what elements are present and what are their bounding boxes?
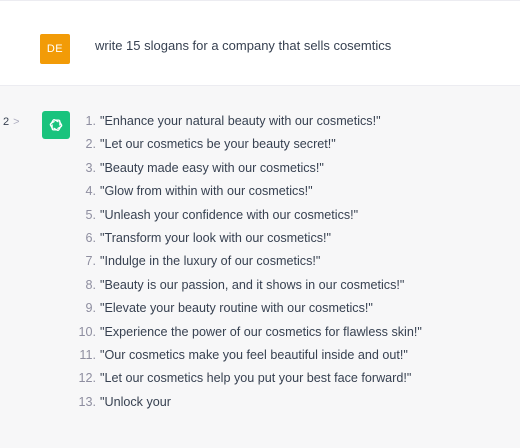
list-item-text: "Let our cosmetics be your beauty secret… xyxy=(100,137,336,152)
user-avatar: DE xyxy=(40,34,70,64)
list-item: 5. "Unleash your confidence with our cosm… xyxy=(70,208,510,231)
list-item-number: 8. xyxy=(85,277,96,292)
user-message-text: write 15 slogans for a company that sell… xyxy=(95,38,392,53)
list-item-text: "Beauty is our passion, and it shows in … xyxy=(100,277,405,292)
list-item-text: "Glow from within with our cosmetics!" xyxy=(100,184,313,199)
assistant-message-row: 2 > 1. "Enhance your natural beauty with o… xyxy=(0,86,520,448)
list-item: 6. "Transform your look with our cosmetic… xyxy=(70,231,510,254)
list-item-number: 13. xyxy=(78,394,96,409)
list-item-number: 2. xyxy=(85,137,96,152)
list-item: 11. "Our cosmetics make you feel beautifu… xyxy=(70,348,510,371)
list-item-number: 1. xyxy=(85,114,96,128)
list-item-text: "Elevate your beauty routine with our co… xyxy=(100,301,373,316)
pager-label: 2 xyxy=(3,116,10,128)
list-item-text: "Experience the power of our cosmetics f… xyxy=(100,324,422,339)
list-item: 2. "Let our cosmetics be your beauty secr… xyxy=(70,137,510,160)
list-item-text: "Unlock your xyxy=(100,394,171,409)
list-item-number: 7. xyxy=(85,254,96,269)
list-item-number: 10. xyxy=(78,324,96,339)
list-item-text: "Beauty made easy with our cosmetics!" xyxy=(100,160,324,175)
list-item-text: "Let our cosmetics help you put your bes… xyxy=(100,371,412,386)
list-item: 13. "Unlock your xyxy=(70,395,510,418)
list-item-number: 12. xyxy=(78,371,96,386)
list-item-number: 4. xyxy=(85,184,96,199)
chevron-right-icon[interactable]: > xyxy=(13,116,19,128)
list-item-number: 5. xyxy=(85,207,96,222)
list-item-number: 3. xyxy=(85,160,96,175)
list-item-number: 6. xyxy=(85,230,96,245)
list-item: 4. "Glow from within with our cosmetics!" xyxy=(70,184,510,207)
list-item-text: "Enhance your natural beauty with our co… xyxy=(100,114,381,128)
user-message-row: DE write 15 slogans for a company that s… xyxy=(0,0,520,86)
openai-logo-icon xyxy=(42,111,70,139)
list-item-text: "Transform your look with our cosmetics!… xyxy=(100,230,332,245)
list-item: 9. "Elevate your beauty routine with our … xyxy=(70,301,510,324)
list-item-number: 11. xyxy=(79,347,96,362)
response-pager[interactable]: 2 > xyxy=(3,116,20,128)
list-item: 8. "Beauty is our passion, and it shows i… xyxy=(70,278,510,301)
list-item: 3. "Beauty made easy with our cosmetics!" xyxy=(70,161,510,184)
list-item: 1. "Enhance your natural beauty with our … xyxy=(70,114,510,137)
list-item-text: "Our cosmetics make you feel beautiful i… xyxy=(100,347,408,362)
list-item: 10. "Experience the power of our cosmetic… xyxy=(70,325,510,348)
list-item-number: 9. xyxy=(85,301,96,316)
slogan-list: 1. "Enhance your natural beauty with our … xyxy=(70,114,510,418)
list-item-text: "Unleash your confidence with our cosmet… xyxy=(100,207,359,222)
list-item-text: "Indulge in the luxury of our cosmetics!… xyxy=(100,254,321,269)
list-item: 7. "Indulge in the luxury of our cosmetic… xyxy=(70,254,510,277)
list-item: 12. "Let our cosmetics help you put your … xyxy=(70,371,510,394)
